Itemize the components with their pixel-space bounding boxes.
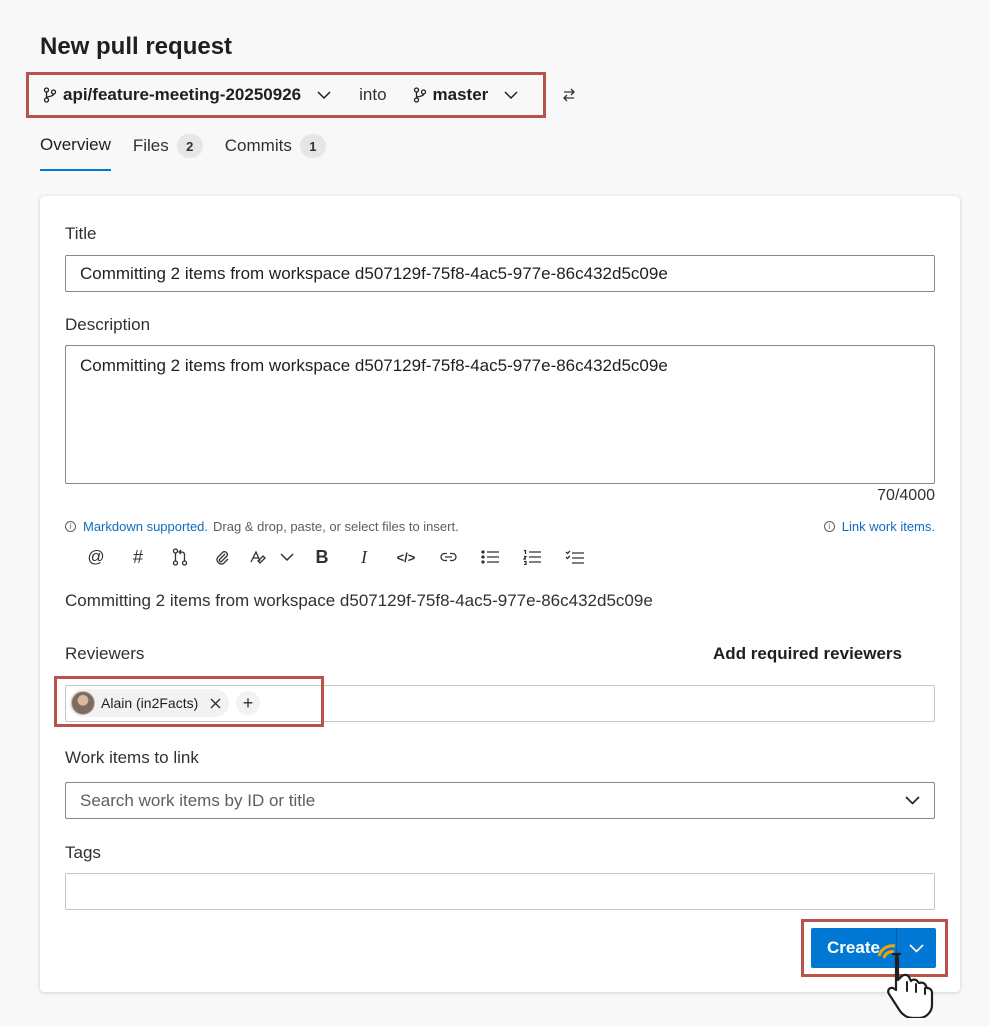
git-branch-icon: [43, 87, 57, 103]
task-list-icon: [565, 550, 584, 564]
target-branch-dropdown[interactable]: master: [413, 85, 519, 105]
tags-input[interactable]: [65, 873, 935, 910]
branch-selector: api/feature-meeting-20250926 into master: [26, 72, 546, 118]
markdown-supported-link[interactable]: Markdown supported.: [83, 519, 208, 534]
tab-count-badge: 2: [176, 134, 203, 158]
chevron-down-icon: [504, 90, 518, 99]
mention-icon: @: [87, 547, 105, 566]
bold-icon: B: [315, 546, 329, 567]
hand-pointer-cursor-icon: [877, 944, 934, 1018]
info-icon: i: [65, 521, 76, 532]
pull-request-form-card: Title Description Committing 2 items fro…: [40, 196, 960, 992]
bold-button[interactable]: B: [301, 544, 343, 570]
avatar: [71, 691, 95, 715]
add-required-reviewers-link[interactable]: Add required reviewers: [713, 644, 902, 664]
title-label: Title: [65, 224, 97, 243]
work-items-search-dropdown[interactable]: Search work items by ID or title: [65, 782, 935, 819]
code-icon: </>: [396, 549, 416, 565]
close-icon[interactable]: [210, 698, 221, 709]
link-work-items-link[interactable]: Link work items.: [842, 519, 935, 534]
work-items-label: Work items to link: [65, 748, 199, 767]
bulleted-list-icon: [481, 550, 499, 564]
highlight-icon: [250, 550, 266, 564]
tab-label: Overview: [40, 135, 111, 154]
git-branch-icon: [413, 87, 426, 103]
chevron-down-icon: [317, 90, 331, 99]
tab-label: Files: [132, 136, 169, 155]
page-title: New pull request: [40, 33, 233, 60]
tab-commits[interactable]: Commits 1: [225, 134, 326, 171]
hash-icon: #: [132, 546, 143, 567]
work-item-hash-button[interactable]: #: [117, 544, 159, 570]
character-counter: 70/4000: [877, 487, 935, 504]
reviewer-chip: Alain (in2Facts): [69, 689, 230, 717]
numbered-list-icon: [523, 549, 541, 565]
reviewers-label: Reviewers: [65, 644, 145, 663]
chevron-down-icon: [905, 796, 920, 805]
formatting-toolbar: @ # B I </>: [75, 544, 595, 570]
tab-overview[interactable]: Overview: [40, 134, 111, 171]
mention-button[interactable]: @: [75, 544, 117, 570]
work-items-placeholder: Search work items by ID or title: [80, 790, 316, 810]
editor-hint-text: Drag & drop, paste, or select files to i…: [213, 519, 459, 534]
numbered-list-button[interactable]: [511, 544, 553, 570]
pull-request-icon: [172, 548, 188, 566]
add-reviewer-button[interactable]: +: [236, 691, 260, 715]
description-preview: Committing 2 items from workspace d50712…: [65, 591, 653, 610]
attach-button[interactable]: [201, 544, 243, 570]
description-label: Description: [65, 315, 151, 334]
tags-label: Tags: [65, 843, 101, 862]
pull-request-mention-button[interactable]: [159, 544, 201, 570]
highlight-options-button[interactable]: [273, 544, 301, 570]
link-icon: [439, 552, 457, 562]
editor-hint-row: i Markdown supported. Drag & drop, paste…: [65, 519, 935, 534]
chevron-down-icon: [280, 552, 294, 561]
link-button[interactable]: [427, 544, 469, 570]
into-label: into: [359, 85, 387, 104]
info-icon: i: [823, 521, 835, 532]
code-button[interactable]: </>: [385, 544, 427, 570]
tab-files[interactable]: Files 2: [133, 134, 203, 171]
tab-count-badge: 1: [299, 134, 326, 158]
title-input[interactable]: [65, 255, 935, 292]
italic-button[interactable]: I: [343, 544, 385, 570]
italic-icon: I: [361, 546, 367, 567]
task-list-button[interactable]: [553, 544, 595, 570]
tab-label: Commits: [224, 136, 292, 155]
reviewer-name: Alain (in2Facts): [101, 695, 199, 711]
highlight-button[interactable]: [243, 544, 273, 570]
target-branch-name: master: [432, 85, 489, 104]
description-textarea[interactable]: Committing 2 items from workspace d50712…: [65, 345, 935, 484]
attach-icon: [216, 551, 229, 565]
plus-icon: +: [242, 692, 254, 713]
source-branch-name: api/feature-meeting-20250926: [63, 85, 302, 104]
tab-bar: Overview Files 2 Commits 1: [40, 134, 326, 171]
source-branch-dropdown[interactable]: api/feature-meeting-20250926: [43, 85, 331, 105]
bulleted-list-button[interactable]: [469, 544, 511, 570]
swap-arrows-icon[interactable]: [561, 87, 577, 103]
